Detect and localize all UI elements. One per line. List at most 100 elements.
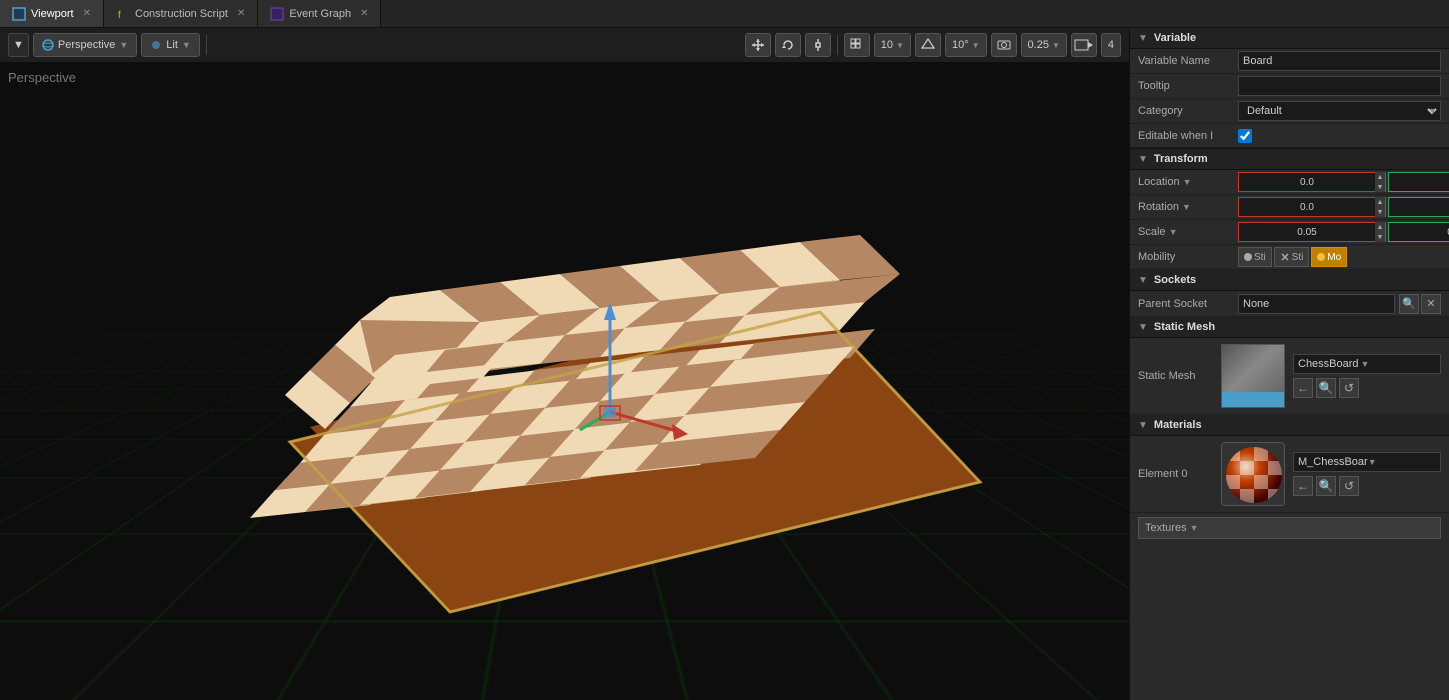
- materials-collapse-arrow[interactable]: ▼: [1138, 420, 1148, 431]
- location-x-input[interactable]: [1239, 177, 1375, 188]
- mat-browse-btn[interactable]: ←: [1293, 476, 1313, 496]
- angle-btn[interactable]: 10° ▼: [945, 33, 987, 57]
- rotation-y-input[interactable]: [1389, 202, 1449, 213]
- translate-icon-btn[interactable]: [745, 33, 771, 57]
- rotation-x-down[interactable]: ▼: [1375, 207, 1385, 217]
- camera-icon-btn[interactable]: [991, 33, 1017, 57]
- scale-step-arrow: ▼: [1052, 41, 1060, 50]
- viewport-expand-btn[interactable]: ▼: [8, 33, 29, 57]
- scale-x-arrows: ▲ ▼: [1375, 222, 1385, 242]
- variable-name-input[interactable]: [1238, 51, 1441, 71]
- sockets-collapse-arrow[interactable]: ▼: [1138, 275, 1148, 286]
- mesh-content: Static Mesh ChessBoard ▼ ← 🔍 ↺: [1130, 338, 1449, 415]
- rotate-icon-btn[interactable]: [775, 33, 801, 57]
- transform-section: ▼ Transform Location ▼ ▲ ▼: [1130, 149, 1449, 270]
- socket-search-btn[interactable]: 🔍: [1399, 294, 1419, 314]
- mat-reset-btn[interactable]: ↺: [1339, 476, 1359, 496]
- rotation-x-input[interactable]: [1239, 202, 1375, 213]
- grid-size-arrow: ▼: [896, 41, 904, 50]
- camera-speed-btn[interactable]: 4: [1101, 33, 1121, 57]
- materials-section: ▼ Materials Element 0: [1130, 415, 1449, 543]
- element0-label: Element 0: [1138, 468, 1213, 480]
- mobility-stationary-btn[interactable]: Sti: [1274, 247, 1310, 267]
- variable-collapse-arrow[interactable]: ▼: [1138, 33, 1148, 44]
- scale-x-down[interactable]: ▼: [1375, 232, 1385, 242]
- cinema-icon-btn[interactable]: [1071, 33, 1097, 57]
- separator1: [206, 35, 207, 55]
- tab-construction[interactable]: f Construction Script ✕: [104, 0, 258, 27]
- transform-header: ▼ Transform: [1130, 149, 1449, 170]
- scale-row: Scale ▼ ▲ ▼: [1130, 220, 1449, 245]
- mesh-name-dropdown[interactable]: ▼: [1361, 359, 1370, 369]
- rotation-arrow[interactable]: ▼: [1182, 202, 1191, 212]
- viewport-canvas[interactable]: Perspective: [0, 62, 1129, 700]
- separator2: [837, 35, 838, 55]
- location-row: Location ▼ ▲ ▼: [1130, 170, 1449, 195]
- material-info: M_ChessBoar ▼ ← 🔍 ↺: [1293, 452, 1441, 496]
- sockets-section: ▼ Sockets Parent Socket 🔍 ✕: [1130, 270, 1449, 317]
- mat-search-btn[interactable]: 🔍: [1316, 476, 1336, 496]
- location-x-down[interactable]: ▼: [1375, 182, 1385, 192]
- mobility-movable-btn[interactable]: Mo: [1311, 247, 1347, 267]
- rotation-x-up[interactable]: ▲: [1375, 197, 1385, 207]
- grid-icon: [850, 38, 864, 52]
- textures-btn-arrow: ▼: [1190, 523, 1199, 533]
- scale-inputs: ▲ ▼ ▲ ▼: [1238, 222, 1449, 242]
- sockets-header: ▼ Sockets: [1130, 270, 1449, 291]
- transform-title: Transform: [1154, 153, 1208, 165]
- tooltip-input[interactable]: [1238, 76, 1441, 96]
- category-select[interactable]: Default: [1238, 101, 1441, 121]
- camera-icon: [997, 38, 1011, 52]
- transform-collapse-arrow[interactable]: ▼: [1138, 154, 1148, 165]
- scale-arrow[interactable]: ▼: [1169, 227, 1178, 237]
- mat-name-dropdown[interactable]: ▼: [1368, 457, 1377, 467]
- tab-event-close[interactable]: ✕: [360, 8, 368, 19]
- editable-checkbox[interactable]: [1238, 129, 1252, 143]
- mobility-static-white-btn[interactable]: Sti: [1238, 247, 1272, 267]
- rotation-row: Rotation ▼ ▲ ▼: [1130, 195, 1449, 220]
- scale-x-input[interactable]: [1239, 227, 1375, 238]
- textures-button[interactable]: Textures ▼: [1138, 517, 1441, 539]
- rotation-label: Rotation ▼: [1138, 201, 1238, 213]
- grid-icon-btn[interactable]: [844, 33, 870, 57]
- tab-construction-close[interactable]: ✕: [237, 8, 245, 19]
- angle-arrow: ▼: [972, 41, 980, 50]
- perspective-btn-icon: [42, 39, 54, 51]
- tab-viewport[interactable]: Viewport ✕: [0, 0, 104, 27]
- scale-y-input[interactable]: [1389, 227, 1449, 238]
- scale-icon-btn[interactable]: [805, 33, 831, 57]
- variable-name-label: Variable Name: [1138, 55, 1238, 67]
- mesh-reset-btn[interactable]: ↺: [1339, 378, 1359, 398]
- static-mesh-collapse-arrow[interactable]: ▼: [1138, 322, 1148, 333]
- scale-x-field: ▲ ▼: [1238, 222, 1386, 242]
- mob-static1-label: Sti: [1254, 252, 1266, 263]
- rotation-xyz-row: ▲ ▼ ▲ ▼: [1238, 197, 1449, 217]
- lit-btn[interactable]: Lit ▼: [141, 33, 200, 57]
- mesh-search-btn[interactable]: 🔍: [1316, 378, 1336, 398]
- socket-clear-btn[interactable]: ✕: [1421, 294, 1441, 314]
- scale-step-btn[interactable]: 0.25 ▼: [1021, 33, 1067, 57]
- mob-static2-label: Sti: [1292, 252, 1304, 263]
- rotation-inputs: ▲ ▼ ▲ ▼: [1238, 197, 1449, 217]
- snap-icon-btn[interactable]: [915, 33, 941, 57]
- scale-x-up[interactable]: ▲: [1375, 222, 1385, 232]
- perspective-btn[interactable]: Perspective ▼: [33, 33, 137, 57]
- grid-size-btn[interactable]: 10 ▼: [874, 33, 911, 57]
- tab-viewport-close[interactable]: ✕: [83, 8, 91, 19]
- location-y-input[interactable]: [1389, 177, 1449, 188]
- tab-event-graph[interactable]: Event Graph ✕: [258, 0, 381, 27]
- materials-title: Materials: [1154, 419, 1202, 431]
- location-arrow[interactable]: ▼: [1183, 177, 1192, 187]
- lit-label: Lit: [166, 39, 178, 51]
- translate-icon: [751, 38, 765, 52]
- location-x-up[interactable]: ▲: [1375, 172, 1385, 182]
- perspective-badge: Perspective: [8, 70, 76, 85]
- location-x-field: ▲ ▼: [1238, 172, 1386, 192]
- cinema-icon: [1074, 38, 1094, 52]
- parent-socket-input[interactable]: [1238, 294, 1395, 314]
- chess-scene-svg: [120, 122, 1000, 672]
- lit-icon: [150, 39, 162, 51]
- mobility-label: Mobility: [1138, 251, 1238, 263]
- mobility-movable-dot: [1317, 253, 1325, 261]
- mesh-browse-btn[interactable]: ←: [1293, 378, 1313, 398]
